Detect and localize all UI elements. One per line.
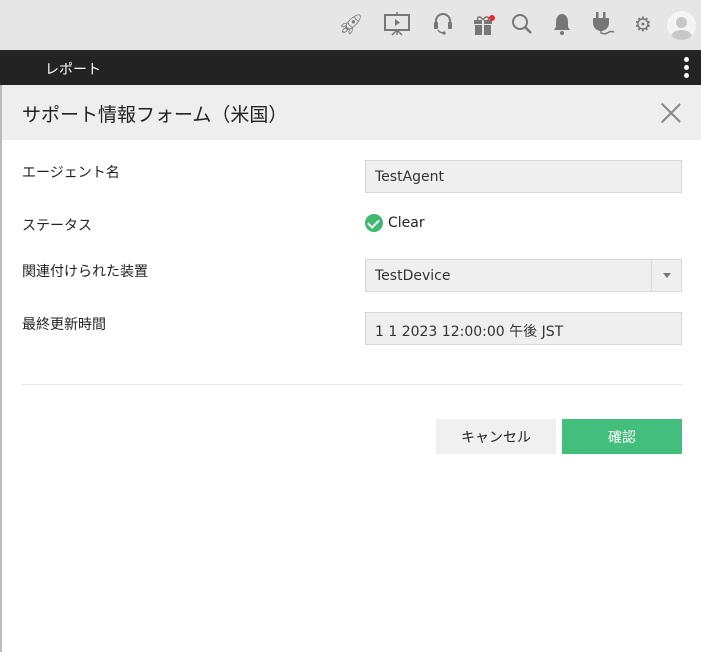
more-options-icon[interactable] [682,57,690,78]
divider [22,384,682,385]
cancel-button[interactable]: キャンセル [436,419,556,454]
device-label: 関連付けられた装置 [22,264,148,280]
search-icon[interactable] [509,10,535,38]
avatar[interactable] [667,11,696,40]
plug-icon[interactable] [589,10,615,38]
dialog-title: サポート情報フォーム（米国） [22,104,288,126]
headset-icon[interactable] [430,10,456,38]
device-select[interactable]: TestDevice [365,259,682,292]
agent-name-field[interactable]: TestAgent [365,160,682,193]
gear-icon[interactable]: ⚙ [630,10,656,38]
rocket-icon[interactable]: 🚀︎ [338,10,364,38]
device-select-value: TestDevice [375,268,451,284]
nav-title[interactable]: レポート [45,59,101,79]
confirm-button[interactable]: 確認 [562,419,682,454]
notification-dot [489,15,495,21]
support-info-dialog: サポート情報フォーム（米国） エージェント名 TestAgent ステータス C… [2,85,701,652]
last-updated-field[interactable]: 1 1 2023 12:00:00 午後 JST [365,312,682,345]
status-label: ステータス [22,218,92,234]
presentation-icon[interactable] [384,10,410,38]
close-icon[interactable] [660,102,682,124]
status-value: Clear [365,214,425,232]
bell-icon[interactable] [549,10,575,38]
top-toolbar: 🚀︎ ⚙ [0,0,701,50]
check-circle-icon [365,214,383,232]
status-text: Clear [388,215,425,231]
last-updated-label: 最終更新時間 [22,317,106,333]
chevron-down-icon[interactable] [651,260,681,291]
dialog-header: サポート情報フォーム（米国） [2,85,701,140]
agent-name-label: エージェント名 [22,165,120,181]
nav-bar: レポート [0,50,701,85]
